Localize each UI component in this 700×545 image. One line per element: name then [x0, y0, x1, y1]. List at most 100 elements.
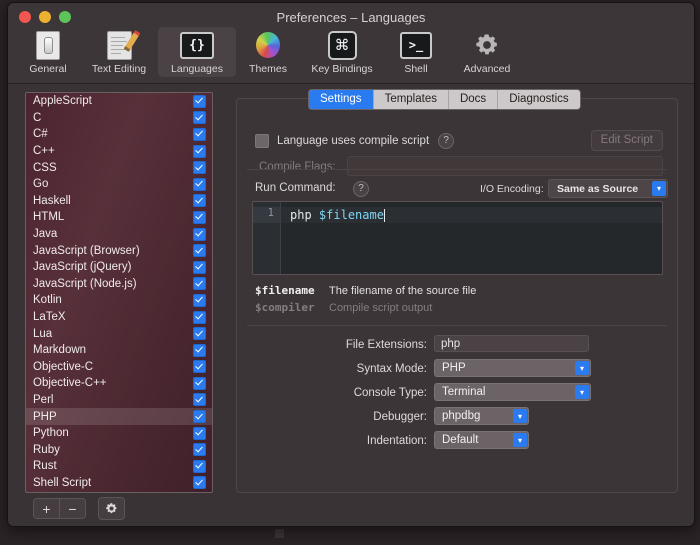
toolbar-item-text-editing[interactable]: Text Editing — [80, 27, 158, 77]
run-command-label: Run Command: — [255, 182, 336, 194]
language-enabled-checkbox[interactable] — [193, 211, 206, 224]
language-enabled-checkbox[interactable] — [193, 178, 206, 191]
language-list-item[interactable]: AppleScript — [26, 93, 212, 110]
io-encoding-label: I/O Encoding: — [480, 183, 544, 195]
language-name: C++ — [33, 145, 193, 157]
language-enabled-checkbox[interactable] — [193, 128, 206, 141]
language-enabled-checkbox[interactable] — [193, 294, 206, 307]
language-list-item[interactable]: JavaScript (jQuery) — [26, 259, 212, 276]
language-list-item[interactable]: Rust — [26, 458, 212, 475]
language-enabled-checkbox[interactable] — [193, 327, 206, 340]
language-list-toolbar: + − — [33, 497, 125, 520]
tab-diagnostics[interactable]: Diagnostics — [497, 90, 579, 109]
compile-flags-label: Compile Flags: — [259, 161, 336, 173]
field-value: php — [441, 338, 460, 350]
language-enabled-checkbox[interactable] — [193, 228, 206, 241]
remove-language-button[interactable]: − — [59, 499, 85, 518]
add-language-button[interactable]: + — [34, 499, 59, 518]
language-enabled-checkbox[interactable] — [193, 476, 206, 489]
language-list-item[interactable]: Markdown — [26, 342, 212, 359]
field-select[interactable]: PHP▾ — [434, 359, 591, 377]
language-enabled-checkbox[interactable] — [193, 410, 206, 423]
document-pencil-icon — [82, 30, 156, 60]
tab-docs[interactable]: Docs — [448, 90, 497, 109]
language-list-item[interactable]: Java — [26, 226, 212, 243]
language-list-item[interactable]: Python — [26, 425, 212, 442]
field-select[interactable]: phpdbg▾ — [434, 407, 529, 425]
field-text-input[interactable]: php — [434, 335, 589, 352]
language-list-item[interactable]: Swift — [26, 491, 212, 493]
compile-script-checkbox-row[interactable]: Language uses compile script ? — [255, 133, 454, 149]
field-select[interactable]: Default▾ — [434, 431, 529, 449]
language-list-item[interactable]: C — [26, 110, 212, 127]
language-enabled-checkbox[interactable] — [193, 277, 206, 290]
language-name: C — [33, 112, 193, 124]
language-list-item[interactable]: LaTeX — [26, 309, 212, 326]
language-list[interactable]: AppleScript C C# C++ CSS Go HaskellHTMLJava Jav… — [25, 92, 213, 493]
language-enabled-checkbox[interactable] — [193, 460, 206, 473]
compile-flags-input[interactable] — [347, 156, 663, 176]
language-enabled-checkbox[interactable] — [193, 145, 206, 158]
field-value: PHP — [435, 362, 466, 374]
language-list-item[interactable]: Ruby — [26, 441, 212, 458]
toolbar-item-shell[interactable]: >_ Shell — [384, 27, 448, 77]
language-list-item[interactable]: PHP — [26, 408, 212, 425]
tab-settings[interactable]: Settings — [309, 90, 373, 109]
tab-templates[interactable]: Templates — [373, 90, 448, 109]
language-enabled-checkbox[interactable] — [193, 111, 206, 124]
run-command-editor[interactable]: 1 php $filename — [252, 201, 663, 275]
language-name: Perl — [33, 394, 193, 406]
toolbar-item-languages[interactable]: {} Languages — [158, 27, 236, 77]
language-enabled-checkbox[interactable] — [193, 194, 206, 207]
language-list-item[interactable]: Lua — [26, 325, 212, 342]
toolbar-item-general[interactable]: General — [16, 27, 80, 77]
settings-panel: Language uses compile script ? Edit Scri… — [236, 98, 678, 493]
language-list-item[interactable]: Kotlin — [26, 292, 212, 309]
editor-code-area[interactable]: php $filename — [281, 202, 662, 274]
language-name: JavaScript (Browser) — [33, 245, 193, 257]
language-list-item[interactable]: Perl — [26, 392, 212, 409]
run-command-help-icon[interactable]: ? — [353, 181, 369, 197]
toolbar-label-key-bindings: Key Bindings — [302, 63, 382, 75]
toolbar-item-themes[interactable]: Themes — [236, 27, 300, 77]
language-list-item[interactable]: JavaScript (Node.js) — [26, 276, 212, 293]
braces-icon: {} — [160, 30, 234, 60]
language-enabled-checkbox[interactable] — [193, 443, 206, 456]
language-enabled-checkbox[interactable] — [193, 360, 206, 373]
language-enabled-checkbox[interactable] — [193, 161, 206, 174]
ghost-icon — [275, 529, 284, 538]
compile-script-help-icon[interactable]: ? — [438, 133, 454, 149]
chevron-updown-icon: ▾ — [575, 385, 589, 399]
language-list-item[interactable]: C++ — [26, 143, 212, 160]
language-list-item[interactable]: CSS — [26, 159, 212, 176]
language-list-item[interactable]: JavaScript (Browser) — [26, 242, 212, 259]
language-list-item[interactable]: HTML — [26, 209, 212, 226]
language-enabled-checkbox[interactable] — [193, 311, 206, 324]
language-list-item[interactable]: Objective-C++ — [26, 375, 212, 392]
language-name: Go — [33, 178, 193, 190]
language-enabled-checkbox[interactable] — [193, 393, 206, 406]
edit-script-button[interactable]: Edit Script — [591, 130, 663, 151]
language-enabled-checkbox[interactable] — [193, 95, 206, 108]
line-number: 1 — [253, 207, 280, 223]
language-enabled-checkbox[interactable] — [193, 344, 206, 357]
io-encoding-select[interactable]: Same as Source ▾ — [548, 179, 668, 198]
language-enabled-checkbox[interactable] — [193, 377, 206, 390]
language-enabled-checkbox[interactable] — [193, 427, 206, 440]
language-name: Ruby — [33, 444, 193, 456]
toolbar-item-key-bindings[interactable]: ⌘ Key Bindings — [300, 27, 384, 77]
language-options-button[interactable] — [98, 497, 125, 520]
display-icon — [18, 30, 78, 60]
field-select[interactable]: Terminal▾ — [434, 383, 591, 401]
toolbar-item-advanced[interactable]: Advanced — [448, 27, 526, 77]
color-wheel-icon — [238, 30, 298, 60]
language-list-item[interactable]: C# — [26, 126, 212, 143]
language-list-item[interactable]: Objective-C — [26, 359, 212, 376]
language-list-item[interactable]: Go — [26, 176, 212, 193]
language-enabled-checkbox[interactable] — [193, 261, 206, 274]
field-label: Indentation: — [237, 435, 427, 447]
language-enabled-checkbox[interactable] — [193, 244, 206, 257]
compile-script-checkbox[interactable] — [255, 134, 269, 148]
language-list-item[interactable]: Shell Script — [26, 475, 212, 492]
language-list-item[interactable]: Haskell — [26, 193, 212, 210]
